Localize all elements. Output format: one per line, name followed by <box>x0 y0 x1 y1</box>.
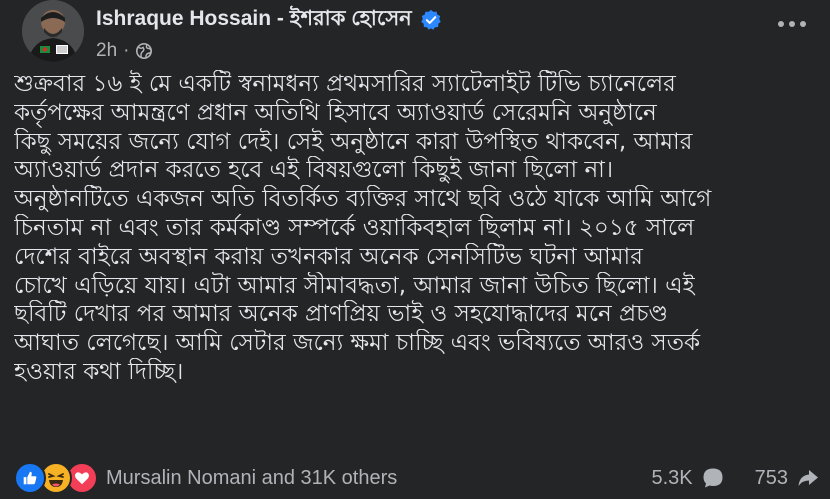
post-body-line: চিনতাম না এবং তার কর্মকাণ্ড সম্পর্কে ওয়… <box>14 214 695 241</box>
post-footer: Mursalin Nomani and 31K others 5.3K 753 <box>14 460 820 496</box>
post-body: শুক্রবার ১৬ ই মে একটি স্বনামধন্য প্রথমসা… <box>14 70 820 387</box>
post-body-line: ছবিটি দেখার পর আমার অনেক প্রাণপ্রিয় ভাই… <box>14 301 669 328</box>
globe-icon[interactable] <box>135 42 153 60</box>
post-body-line: অনুষ্ঠানটিতে একজন অতি বিতর্কিত ব্যক্তির … <box>14 186 712 213</box>
post-body-line: কর্তৃপক্ষের আমন্ত্রণে প্রধান অতিথি হিসাব… <box>14 99 657 126</box>
post-body-line: অ্যাওয়ার্ড প্রদান করতে হবে এই বিষয়গুলো… <box>14 157 614 184</box>
verified-badge-icon <box>421 9 441 30</box>
engagement-stats: 5.3K 753 <box>651 466 820 490</box>
more-options-icon[interactable] <box>772 4 812 44</box>
avatar-image <box>22 0 84 62</box>
post-body-line: হওয়ার কথা দিচ্ছি। <box>14 358 184 385</box>
post-body-line: কিছু সময়ের জন্যে যোগ দেই। সেই অনুষ্ঠানে… <box>14 128 693 155</box>
post-time[interactable]: 2h <box>96 40 117 62</box>
post-meta: 2h · <box>96 40 153 62</box>
reactions-text[interactable]: Mursalin Nomani and 31K others <box>106 467 397 490</box>
author-name-row: Ishraque Hossain - ইশরাক হোসেন <box>96 2 442 37</box>
comment-icon[interactable] <box>701 466 725 490</box>
author-name[interactable]: Ishraque Hossain - ইশরাক হোসেন <box>96 2 412 37</box>
comments-count[interactable]: 5.3K <box>651 467 692 490</box>
post-body-line: চোখে এড়িয়ে যায়। এটা আমার সীমাবদ্ধতা, … <box>14 272 695 299</box>
post-body-line: আঘাত লেগেছে। আমি সেটার জন্যে ক্ষমা চাচ্ছ… <box>14 330 701 357</box>
avatar[interactable] <box>22 0 84 62</box>
post-body-line: শুক্রবার ১৬ ই মে একটি স্বনামধন্য প্রথমসা… <box>14 71 676 97</box>
meta-separator: · <box>123 40 130 61</box>
reactions-summary[interactable] <box>14 462 98 494</box>
share-icon[interactable] <box>796 466 820 490</box>
shares-count[interactable]: 753 <box>755 467 788 490</box>
post-body-line: দেশের বাইরে অবস্থান করায় তখনকার অনেক সে… <box>14 243 643 270</box>
like-icon <box>14 462 46 494</box>
post-header: Ishraque Hossain - ইশরাক হোসেন 2h · <box>14 0 816 70</box>
